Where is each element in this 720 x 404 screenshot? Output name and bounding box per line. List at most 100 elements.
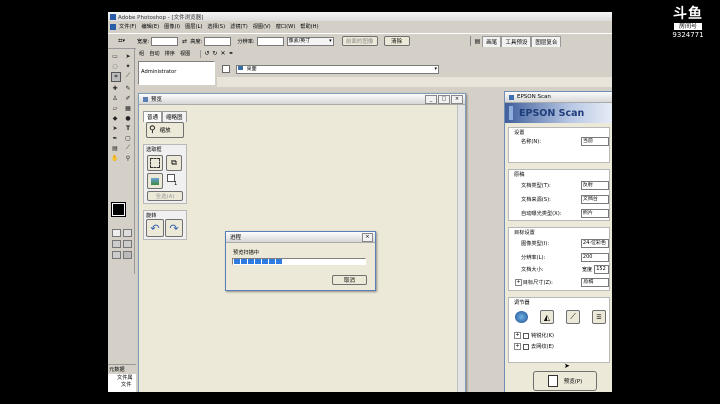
menu-file[interactable]: 文件(F)	[119, 23, 136, 30]
notes-tool-icon[interactable]: ▤	[111, 144, 119, 152]
height-input[interactable]	[204, 36, 232, 46]
fb-menu-view[interactable]: 视图	[180, 50, 190, 57]
room-number: 9324771	[672, 31, 704, 39]
path-select-icon[interactable]: ➤	[111, 124, 119, 132]
screen-mode-3-icon[interactable]	[112, 251, 121, 259]
metadata-tab[interactable]: 元数据	[108, 365, 136, 374]
width-input[interactable]	[151, 36, 179, 46]
marquee-tool-icon[interactable]: ▭	[111, 52, 119, 60]
marquee-icon	[150, 158, 160, 168]
menu-help[interactable]: 帮助(H)	[300, 23, 318, 30]
jump-to-imageready-icon[interactable]	[123, 251, 132, 259]
lasso-tool-icon[interactable]: ◌	[111, 62, 119, 70]
quickmask-mode-icon[interactable]	[123, 229, 132, 237]
stamp-tool-icon[interactable]: ♙	[111, 94, 119, 102]
cancel-button[interactable]: 取消	[332, 275, 367, 285]
settings-name-select[interactable]: 当前	[580, 137, 609, 146]
zoom-button[interactable]: ⚲ 缩放	[146, 122, 184, 138]
screen-mode-1-icon[interactable]	[112, 240, 121, 248]
separator	[469, 36, 471, 46]
menu-select[interactable]: 选择(S)	[207, 23, 225, 30]
maximize-icon[interactable]: □	[438, 94, 450, 104]
swap-icon[interactable]: ⇄	[182, 38, 187, 45]
rotate-right-icon[interactable]: ↻	[212, 50, 217, 57]
menu-window[interactable]: 窗口(W)	[276, 23, 296, 30]
select-all-button[interactable]: 全选(A)	[147, 191, 183, 201]
move-tool-icon[interactable]: ➤	[124, 52, 132, 60]
levels-tool-button[interactable]: ◭	[540, 310, 554, 324]
width-value-field[interactable]: 152	[594, 265, 609, 274]
eraser-tool-icon[interactable]: ▱	[111, 104, 119, 112]
rotate-right-button[interactable]: ↷	[165, 219, 183, 237]
healing-brush-icon[interactable]: ✚	[111, 84, 119, 92]
slice-tool-icon[interactable]: ⟋	[124, 72, 132, 80]
dialog-close-icon[interactable]: ×	[362, 232, 373, 242]
menu-filter[interactable]: 滤镜(T)	[230, 23, 248, 30]
foreground-color-swatch[interactable]	[111, 202, 126, 217]
blur-tool-icon[interactable]: ◆	[111, 114, 119, 122]
history-brush-icon[interactable]: ✐	[124, 94, 132, 102]
marquee-draw-button[interactable]	[147, 155, 163, 171]
histogram-tool-button[interactable]	[515, 311, 528, 323]
menu-layer[interactable]: 图层(L)	[185, 23, 202, 30]
unsharp-checkbox[interactable]	[523, 332, 529, 339]
curve-tool-button[interactable]: ⟋	[566, 310, 580, 324]
zoom-tool-icon[interactable]: ⚲	[124, 154, 132, 162]
target-size-select[interactable]: 原稿	[581, 278, 610, 287]
minimize-icon[interactable]: _	[425, 94, 437, 104]
hand-tool-icon[interactable]: ✋	[111, 154, 119, 162]
epson-resolution-select[interactable]: 200	[580, 253, 609, 262]
palette-tab-layer-comps[interactable]: 图层复合	[531, 35, 562, 47]
binoculars-icon[interactable]: ⚭	[228, 50, 233, 57]
descreen-checkbox[interactable]	[523, 343, 529, 350]
doc-type-select[interactable]: 反射	[580, 181, 609, 190]
palette-well-icon[interactable]: ▤	[475, 38, 481, 45]
app-title-bar: Adobe Photoshop - [文件浏览器]	[108, 12, 612, 21]
unit-select[interactable]: 像素/英寸 ▾	[286, 36, 334, 46]
gradient-tool-icon[interactable]: ▦	[124, 104, 132, 112]
magic-wand-icon[interactable]: ✦	[124, 62, 132, 70]
crop-tool-icon-active[interactable]: ⌗	[111, 72, 121, 82]
preview-button[interactable]: 预览(P)	[533, 371, 597, 391]
brush-tool-icon[interactable]: ✎	[124, 84, 132, 92]
rotate-left-icon[interactable]: ↺	[204, 50, 209, 57]
palette-tab-brush[interactable]: 画笔	[482, 35, 502, 47]
type-tool-icon[interactable]: T	[124, 124, 132, 132]
clear-button[interactable]: 清除	[383, 36, 410, 46]
dodge-tool-icon[interactable]: ●	[124, 114, 132, 122]
progress-block	[241, 259, 247, 264]
fb-menu-sort[interactable]: 排序	[165, 50, 175, 57]
image-type-row: 图像类型(I): 24-位彩色	[509, 239, 609, 248]
rotate-left-button[interactable]: ↶	[146, 219, 164, 237]
screen-mode-2-icon[interactable]	[123, 240, 132, 248]
resolution-input[interactable]	[256, 36, 284, 46]
preview-scrollbar[interactable]	[457, 105, 465, 392]
epson-title-bar: EPSON Scan	[505, 92, 612, 103]
unsharp-expand-icon[interactable]: +	[514, 332, 521, 339]
front-image-button[interactable]: 前面的图像	[341, 36, 378, 46]
folder-item[interactable]: Administrator	[139, 62, 214, 75]
doc-source-select[interactable]: 文档台	[580, 195, 609, 204]
eyedropper-icon[interactable]: ⟋	[124, 144, 132, 152]
copy-marquee-button[interactable]: ⧉	[166, 155, 182, 171]
expand-icon[interactable]: +	[515, 279, 522, 286]
tool-dropdown-icon[interactable]: ▾	[123, 38, 126, 44]
location-select[interactable]: 桌面 ▾	[236, 64, 439, 74]
menu-image[interactable]: 图像(I)	[164, 23, 180, 30]
folder-tree: Administrator	[138, 61, 215, 85]
standard-mode-icon[interactable]	[112, 229, 121, 237]
shape-tool-icon[interactable]: ▢	[124, 134, 132, 142]
menu-view[interactable]: 视图(V)	[253, 23, 271, 30]
image-marquee-button[interactable]	[147, 173, 163, 189]
menu-edit[interactable]: 编辑(E)	[141, 23, 159, 30]
descreen-expand-icon[interactable]: +	[514, 343, 521, 350]
image-type-select[interactable]: 24-位彩色	[580, 239, 609, 248]
delete-icon[interactable]: ✕	[220, 50, 225, 57]
fb-menu-auto[interactable]: 自动	[149, 50, 159, 57]
palette-tab-tool-presets[interactable]: 工具预设	[501, 35, 532, 47]
close-icon[interactable]: ×	[451, 94, 463, 104]
auto-exposure-select[interactable]: 照片	[580, 209, 609, 218]
color-balance-button[interactable]: ☰	[592, 310, 606, 324]
fb-menu-group[interactable]: 组	[139, 50, 144, 57]
pen-tool-icon[interactable]: ✒	[111, 134, 119, 142]
